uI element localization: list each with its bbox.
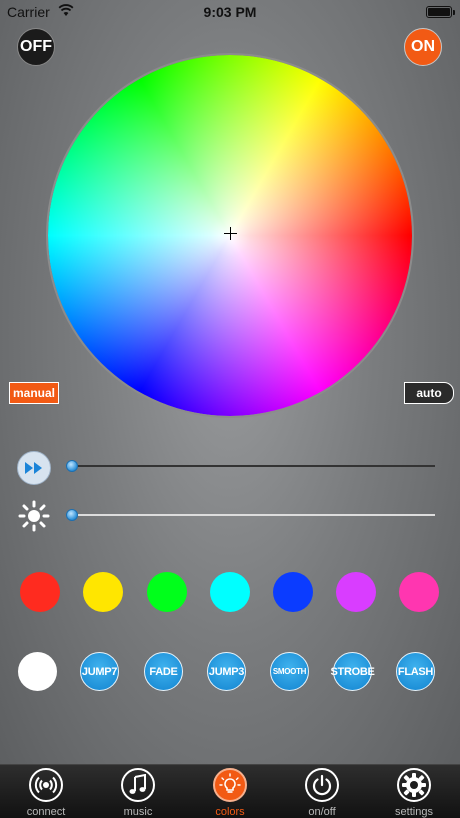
color-swatch-red[interactable]	[20, 572, 60, 612]
music-note-icon	[121, 768, 155, 802]
crosshair-icon	[224, 227, 237, 240]
tab-colors[interactable]: colors	[184, 765, 276, 818]
status-bar: Carrier 9:03 PM	[0, 0, 460, 24]
effect-jump7-button[interactable]: JUMP7	[80, 652, 119, 691]
tab-label-settings: settings	[395, 806, 433, 818]
tab-label-colors: colors	[215, 806, 245, 818]
effect-flash-button[interactable]: FLASH	[396, 652, 435, 691]
effect-jump3-button[interactable]: JUMP3	[207, 652, 246, 691]
effect-smooth-button[interactable]: SMOOTH	[270, 652, 309, 691]
speed-icon	[17, 451, 51, 485]
tab-label-onoff: on/off	[308, 806, 336, 818]
tab-music[interactable]: music	[92, 765, 184, 818]
tab-connect[interactable]: connect	[0, 765, 92, 818]
color-swatch-purple[interactable]	[336, 572, 376, 612]
power-icon	[305, 768, 339, 802]
brightness-slider-thumb[interactable]	[66, 509, 78, 521]
effect-fade-button[interactable]: FADE	[144, 652, 183, 691]
tab-label-connect: connect	[26, 806, 66, 818]
color-swatch-yellow[interactable]	[83, 572, 123, 612]
battery-icon	[426, 6, 455, 18]
off-button[interactable]: OFF	[17, 28, 55, 66]
tab-bar: connect music colors on/off settings	[0, 764, 460, 818]
color-swatch-white[interactable]	[18, 652, 57, 691]
clock: 9:03 PM	[203, 4, 257, 20]
auto-mode-button[interactable]: auto	[404, 382, 454, 404]
tab-label-music: music	[123, 806, 153, 818]
bulb-icon	[213, 768, 247, 802]
brightness-slider[interactable]	[66, 509, 435, 521]
color-swatch-blue[interactable]	[273, 572, 313, 612]
on-button[interactable]: ON	[404, 28, 442, 66]
speed-slider-thumb[interactable]	[66, 460, 78, 472]
color-swatch-pink[interactable]	[399, 572, 439, 612]
color-swatch-green[interactable]	[147, 572, 187, 612]
color-swatch-cyan[interactable]	[210, 572, 250, 612]
tab-onoff[interactable]: on/off	[276, 765, 368, 818]
gear-icon	[397, 768, 431, 802]
tab-settings[interactable]: settings	[368, 765, 460, 818]
speed-slider[interactable]	[66, 460, 435, 472]
effect-strobe-button[interactable]: STROBE	[330, 652, 375, 691]
signal-icon	[29, 768, 63, 802]
brightness-icon	[17, 499, 51, 533]
manual-mode-button[interactable]: manual	[9, 382, 59, 404]
